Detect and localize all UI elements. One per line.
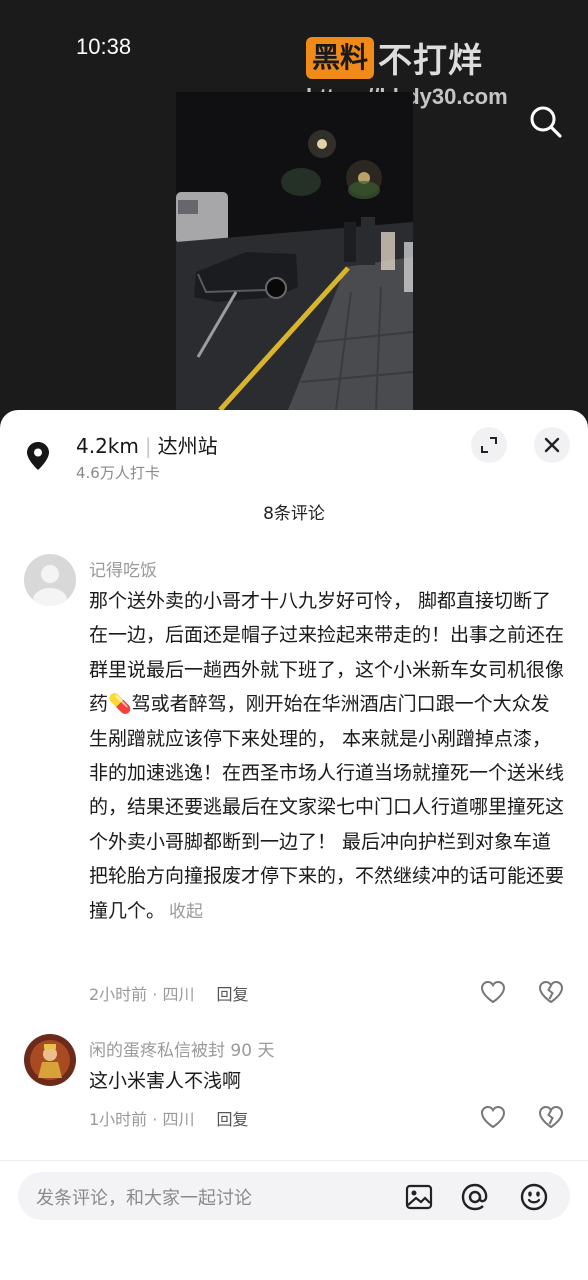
comment-count: 8条评论 (263, 504, 325, 524)
image-icon[interactable] (404, 1182, 434, 1212)
expand-button[interactable] (471, 427, 507, 463)
accident-photo[interactable] (176, 92, 413, 410)
comment-time-location: 2小时前 · 四川 (89, 985, 195, 1004)
location-separator: | (144, 434, 152, 458)
broken-heart-icon[interactable] (538, 1105, 564, 1129)
location-pin-icon (24, 440, 52, 472)
broken-heart-icon[interactable] (538, 980, 564, 1004)
collapse-link[interactable]: 收起 (169, 902, 203, 922)
close-icon (544, 437, 560, 453)
location-checkins: 4.6万人打卡 (76, 464, 160, 482)
search-icon[interactable] (528, 104, 564, 140)
comment-meta: 2小时前 · 四川 回复 (89, 981, 248, 1005)
avatar[interactable] (24, 554, 76, 606)
emoji-icon[interactable] (519, 1182, 549, 1212)
close-button[interactable] (534, 427, 570, 463)
comment-input[interactable]: 发条评论，和大家一起讨论 (18, 1172, 570, 1220)
location-distance: 4.2km (76, 434, 139, 458)
comment-meta: 1小时前 · 四川 回复 (89, 1106, 248, 1130)
status-time: 10:38 (76, 34, 132, 59)
heart-icon[interactable] (480, 1105, 506, 1129)
watermark-badge: 黑料 (306, 36, 375, 79)
avatar[interactable] (24, 1034, 76, 1086)
divider (0, 1160, 588, 1161)
comment-username[interactable]: 闲的蛋疼私信被封 90 天 (89, 1036, 274, 1061)
location-name: 达州站 (157, 434, 218, 458)
reply-button[interactable]: 回复 (216, 985, 248, 1004)
comment-time-location: 1小时前 · 四川 (89, 1110, 195, 1129)
comment-text: 那个送外卖的小哥才十八九岁好可怜， 脚都直接切断了在一边，后面还是帽子过来捡起来… (89, 584, 565, 929)
reply-button[interactable]: 回复 (216, 1110, 248, 1129)
heart-icon[interactable] (480, 980, 506, 1004)
at-icon[interactable] (460, 1182, 490, 1212)
location-title[interactable]: 4.2km | 达州站 (76, 430, 218, 459)
video-background: 10:38 黑料 不打烊 https://bbdy30.com (0, 0, 588, 430)
expand-icon (481, 437, 497, 453)
comment-text: 这小米害人不浅啊 (89, 1070, 242, 1092)
comment-body: 那个送外卖的小哥才十八九岁好可怜， 脚都直接切断了在一边，后面还是帽子过来捡起来… (89, 590, 565, 922)
watermark-logo: 黑料 不打烊 (306, 33, 483, 82)
watermark-text: 不打烊 (378, 41, 484, 81)
comment-username[interactable]: 记得吃饭 (89, 556, 157, 581)
comment-sheet: 4.2km | 达州站 4.6万人打卡 8条评论 记得吃饭 那个送外卖的小哥才十八九… (0, 410, 588, 1280)
comment-input-placeholder: 发条评论，和大家一起讨论 (36, 1188, 252, 1209)
